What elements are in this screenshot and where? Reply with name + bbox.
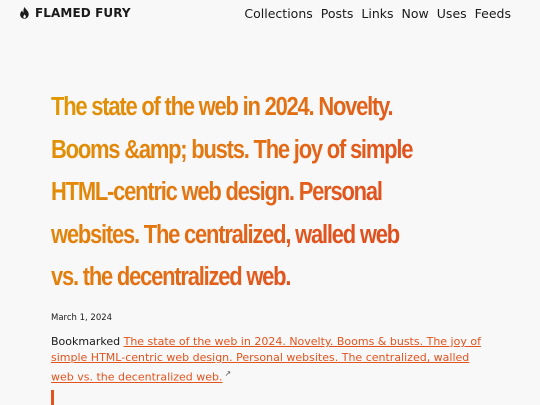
bookmark-prefix: Bookmarked	[51, 335, 121, 348]
site-header: FLAMED FURY Collections Posts Links Now …	[0, 0, 540, 30]
flame-icon	[19, 7, 30, 19]
nav-posts[interactable]: Posts	[321, 6, 354, 21]
external-link-icon: ↗	[224, 369, 232, 378]
post-title: The state of the web in 2024. Novelty. B…	[51, 86, 429, 299]
brand-name: FLAMED FURY	[35, 6, 131, 20]
nav-collections[interactable]: Collections	[244, 6, 312, 21]
nav-now[interactable]: Now	[402, 6, 429, 21]
post-date: March 1, 2024	[51, 313, 113, 323]
nav-uses[interactable]: Uses	[437, 6, 467, 21]
nav-feeds[interactable]: Feeds	[475, 6, 511, 21]
nav-links[interactable]: Links	[361, 6, 393, 21]
blockquote-border	[51, 390, 54, 405]
bookmark-paragraph: Bookmarked The state of the web in 2024.…	[51, 334, 491, 386]
main-nav: Collections Posts Links Now Uses Feeds	[244, 6, 511, 21]
brand-link[interactable]: FLAMED FURY	[19, 6, 131, 20]
